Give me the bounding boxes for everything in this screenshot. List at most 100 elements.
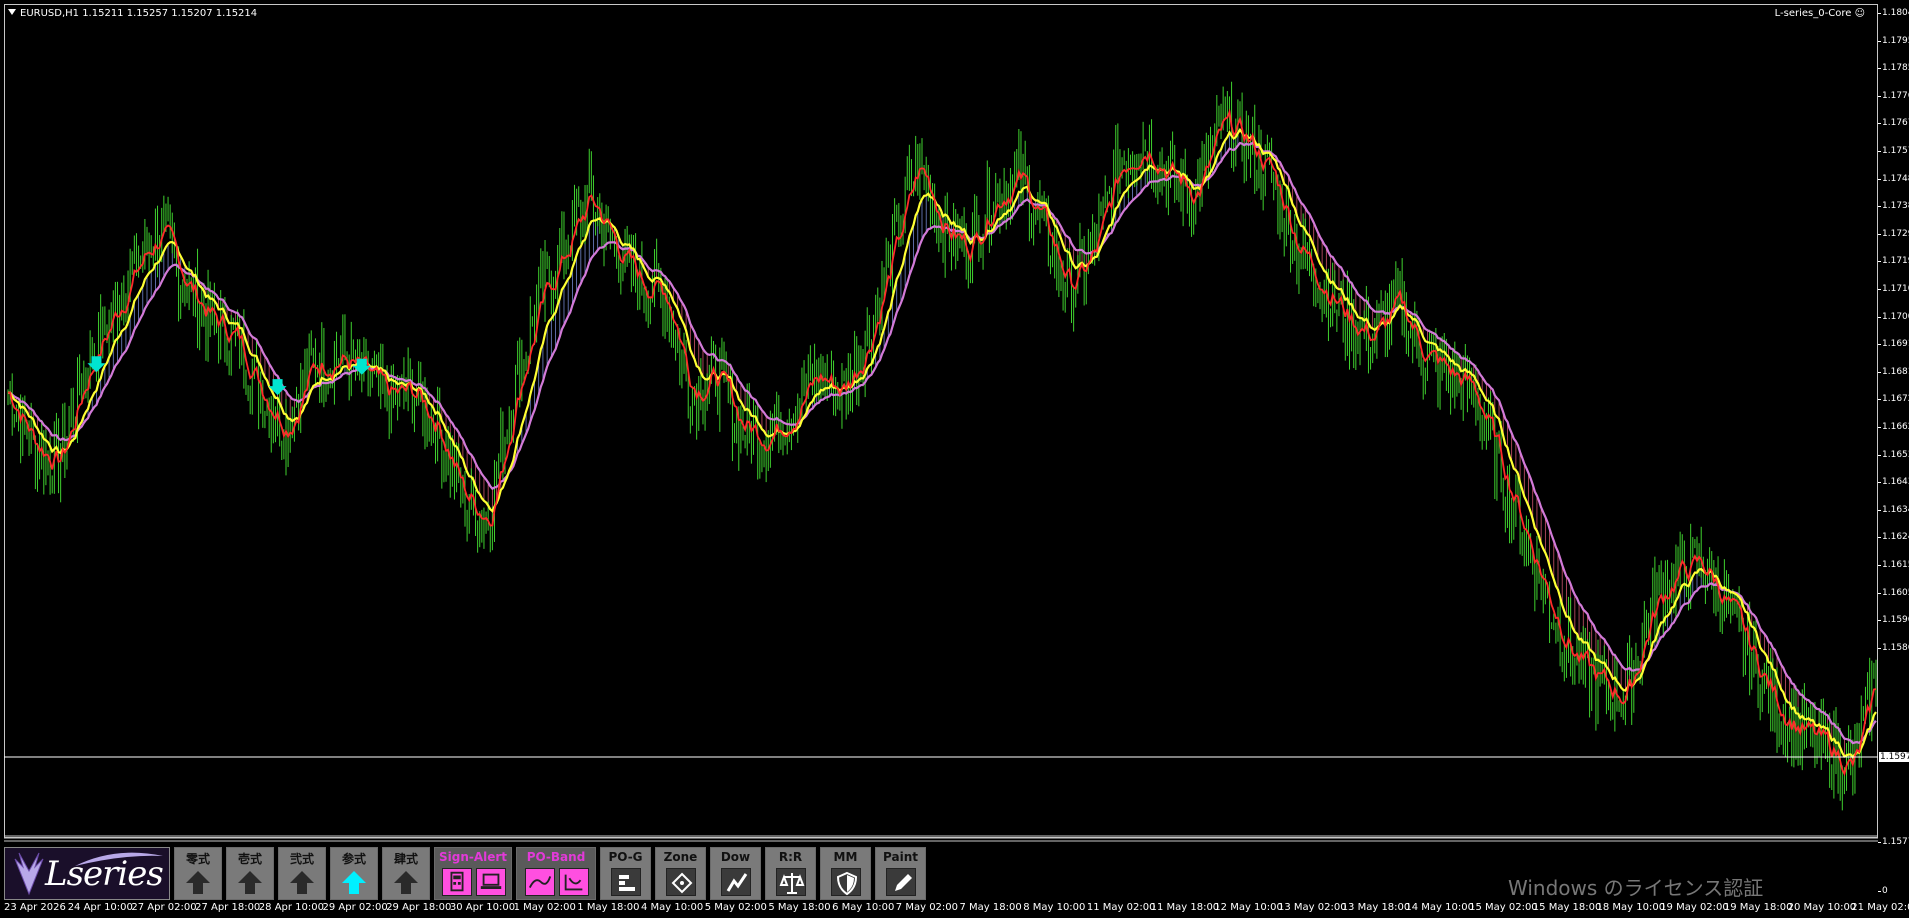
time-tick-label: 13 May 02:00 — [1278, 902, 1347, 913]
toolbar-button-style-2[interactable]: 弐式 — [278, 847, 326, 900]
price-tick-label: 1.16435 — [1882, 477, 1909, 488]
time-tick-label: 27 Apr 02:00 — [131, 902, 197, 913]
toolbar-button-r-r[interactable]: R:R — [765, 847, 816, 900]
time-tick-label: 24 Apr 10:00 — [67, 902, 133, 913]
toolbar-button-zone[interactable]: Zone — [655, 847, 706, 900]
toolbar-button-label: 弐式 — [289, 852, 314, 866]
time-tick-label: 27 Apr 18:00 — [195, 902, 261, 913]
time-tick-label: 5 May 02:00 — [704, 902, 767, 913]
toolbar-button-style-3[interactable]: 参式 — [330, 847, 378, 900]
indicator-name: L-series_0-Core — [1774, 8, 1852, 19]
price-tick — [1878, 344, 1881, 346]
toolbar-button-label: 零式 — [185, 852, 210, 866]
time-tick-label: 7 May 18:00 — [959, 902, 1022, 913]
toolbar-button-po-g[interactable]: PO-G — [600, 847, 651, 900]
toolbar-button-label: 肆式 — [393, 852, 418, 866]
time-tick-label: 1 May 18:00 — [577, 902, 640, 913]
logo-text: Lseries — [45, 854, 164, 894]
time-tick-label: 28 Apr 10:00 — [258, 902, 324, 913]
toolbar-button-style-0[interactable]: 零式 — [174, 847, 222, 900]
band-up-icon[interactable] — [525, 868, 555, 896]
price-tick — [1878, 178, 1881, 180]
time-tick-label: 12 May 10:00 — [1214, 902, 1283, 913]
wing-emblem-icon — [14, 852, 44, 896]
price-tick-label: 1.16815 — [1882, 366, 1909, 377]
price-tick-label: 1.16340 — [1882, 504, 1909, 515]
toolbar-button-label: 壱式 — [237, 852, 262, 866]
price-tick-label: 1.16150 — [1882, 560, 1909, 570]
laptop-icon[interactable] — [476, 868, 506, 896]
toolbar-button-style-1[interactable]: 壱式 — [226, 847, 274, 900]
price-tick-label: 1.16625 — [1882, 422, 1909, 432]
price-tick-label: 1.17950 — [1882, 35, 1909, 46]
toolbar-button-label: Sign-Alert — [438, 850, 508, 864]
toolbar-button-sign-alert[interactable]: Sign-Alert — [434, 847, 512, 900]
time-tick-label: 7 May 02:00 — [895, 902, 959, 913]
toolbar-button-label: Zone — [663, 850, 698, 864]
price-tick — [1878, 509, 1881, 511]
toolbar-button-dow[interactable]: Dow — [710, 847, 761, 900]
time-tick-label: 29 Apr 18:00 — [386, 902, 452, 913]
price-tick-label: 1.17100 — [1882, 284, 1909, 294]
price-tick — [1878, 316, 1881, 318]
time-tick-label: 6 May 10:00 — [832, 902, 895, 913]
time-tick-label: 19 May 18:00 — [1723, 902, 1793, 913]
price-tick-label: 1.16055 — [1882, 587, 1909, 598]
time-tick-label: 21 May 02:00 — [1851, 902, 1909, 913]
price-tick-label: 1.16530 — [1882, 449, 1909, 460]
indicator-label: L-series_0-Core ☺ — [1775, 8, 1865, 19]
price-tick — [1878, 261, 1881, 263]
price-tick-label: 1.15960 — [1882, 615, 1909, 626]
toolbar-button-label: Paint — [883, 850, 918, 864]
price-tick-label: 1.17670 — [1882, 118, 1909, 129]
price-tick — [1878, 454, 1881, 456]
calculator-icon[interactable] — [442, 868, 472, 896]
price-tick-label: 1.17480 — [1882, 173, 1909, 184]
price-tick-label: 1.15775 — [1882, 837, 1909, 847]
price-tick — [1878, 233, 1881, 235]
price-tick-label: 1.17575 — [1882, 146, 1909, 156]
lseries-logo: Lseries — [4, 847, 170, 900]
time-tick-label: 23 Apr 2026 — [4, 902, 66, 913]
time-tick-label: 14 May 10:00 — [1405, 902, 1474, 913]
price-tick — [1878, 592, 1881, 594]
toolbar-button-label: PO-G — [608, 850, 643, 864]
chart-title: EURUSD,H1 1.15211 1.15257 1.15207 1.1521… — [8, 8, 257, 19]
price-tick-label: 1.15865 — [1882, 642, 1909, 653]
time-tick-label: 19 May 02:00 — [1660, 902, 1729, 913]
toolbar-button-paint[interactable]: Paint — [875, 847, 926, 900]
price-tick-label: 1.17290 — [1882, 228, 1909, 239]
price-tick-label: 1.17195 — [1882, 256, 1909, 267]
price-tick — [1878, 482, 1881, 484]
price-tick-label: 1.16245 — [1882, 532, 1909, 543]
toolbar-button-po-band[interactable]: PO-Band — [516, 847, 596, 900]
zigzag-icon — [720, 868, 751, 896]
price-tick — [1878, 647, 1881, 649]
dropdown-triangle-icon[interactable] — [8, 9, 16, 15]
price-tick — [1878, 40, 1881, 42]
price-tick — [1878, 123, 1881, 125]
toolbar-button-mm[interactable]: MM — [820, 847, 871, 900]
time-tick-label: 29 Apr 02:00 — [322, 902, 388, 913]
price-axis: 1.18045 1.17950 1.17855 1.17760 1.17670 1.175… — [1878, 0, 1909, 900]
time-tick-label: 13 May 18:00 — [1341, 902, 1411, 913]
price-tick — [1878, 206, 1881, 208]
time-tick-label: 11 May 18:00 — [1150, 902, 1220, 913]
scale-icon — [775, 868, 806, 896]
pencil-icon — [885, 868, 916, 896]
price-tick-label: 0 — [1882, 886, 1888, 896]
band-down-icon[interactable] — [559, 868, 589, 896]
toolbar-button-style-4[interactable]: 肆式 — [382, 847, 430, 900]
smiley-icon: ☺ — [1854, 8, 1865, 19]
price-tick-label: 1.17385 — [1882, 201, 1909, 212]
license-watermark: Windows のライセンス認証 — [1508, 876, 1764, 900]
price-chart[interactable] — [0, 0, 1909, 918]
toolbar-button-label: Dow — [720, 850, 751, 864]
time-tick-label: 8 May 10:00 — [1023, 902, 1086, 913]
time-tick-label: 15 May 18:00 — [1532, 902, 1602, 913]
price-tick — [1878, 151, 1881, 152]
price-tick — [1878, 289, 1881, 290]
price-tick-label: 1.16720 — [1882, 394, 1909, 405]
time-tick-label: 18 May 10:00 — [1596, 902, 1666, 913]
price-tick — [1878, 427, 1881, 428]
